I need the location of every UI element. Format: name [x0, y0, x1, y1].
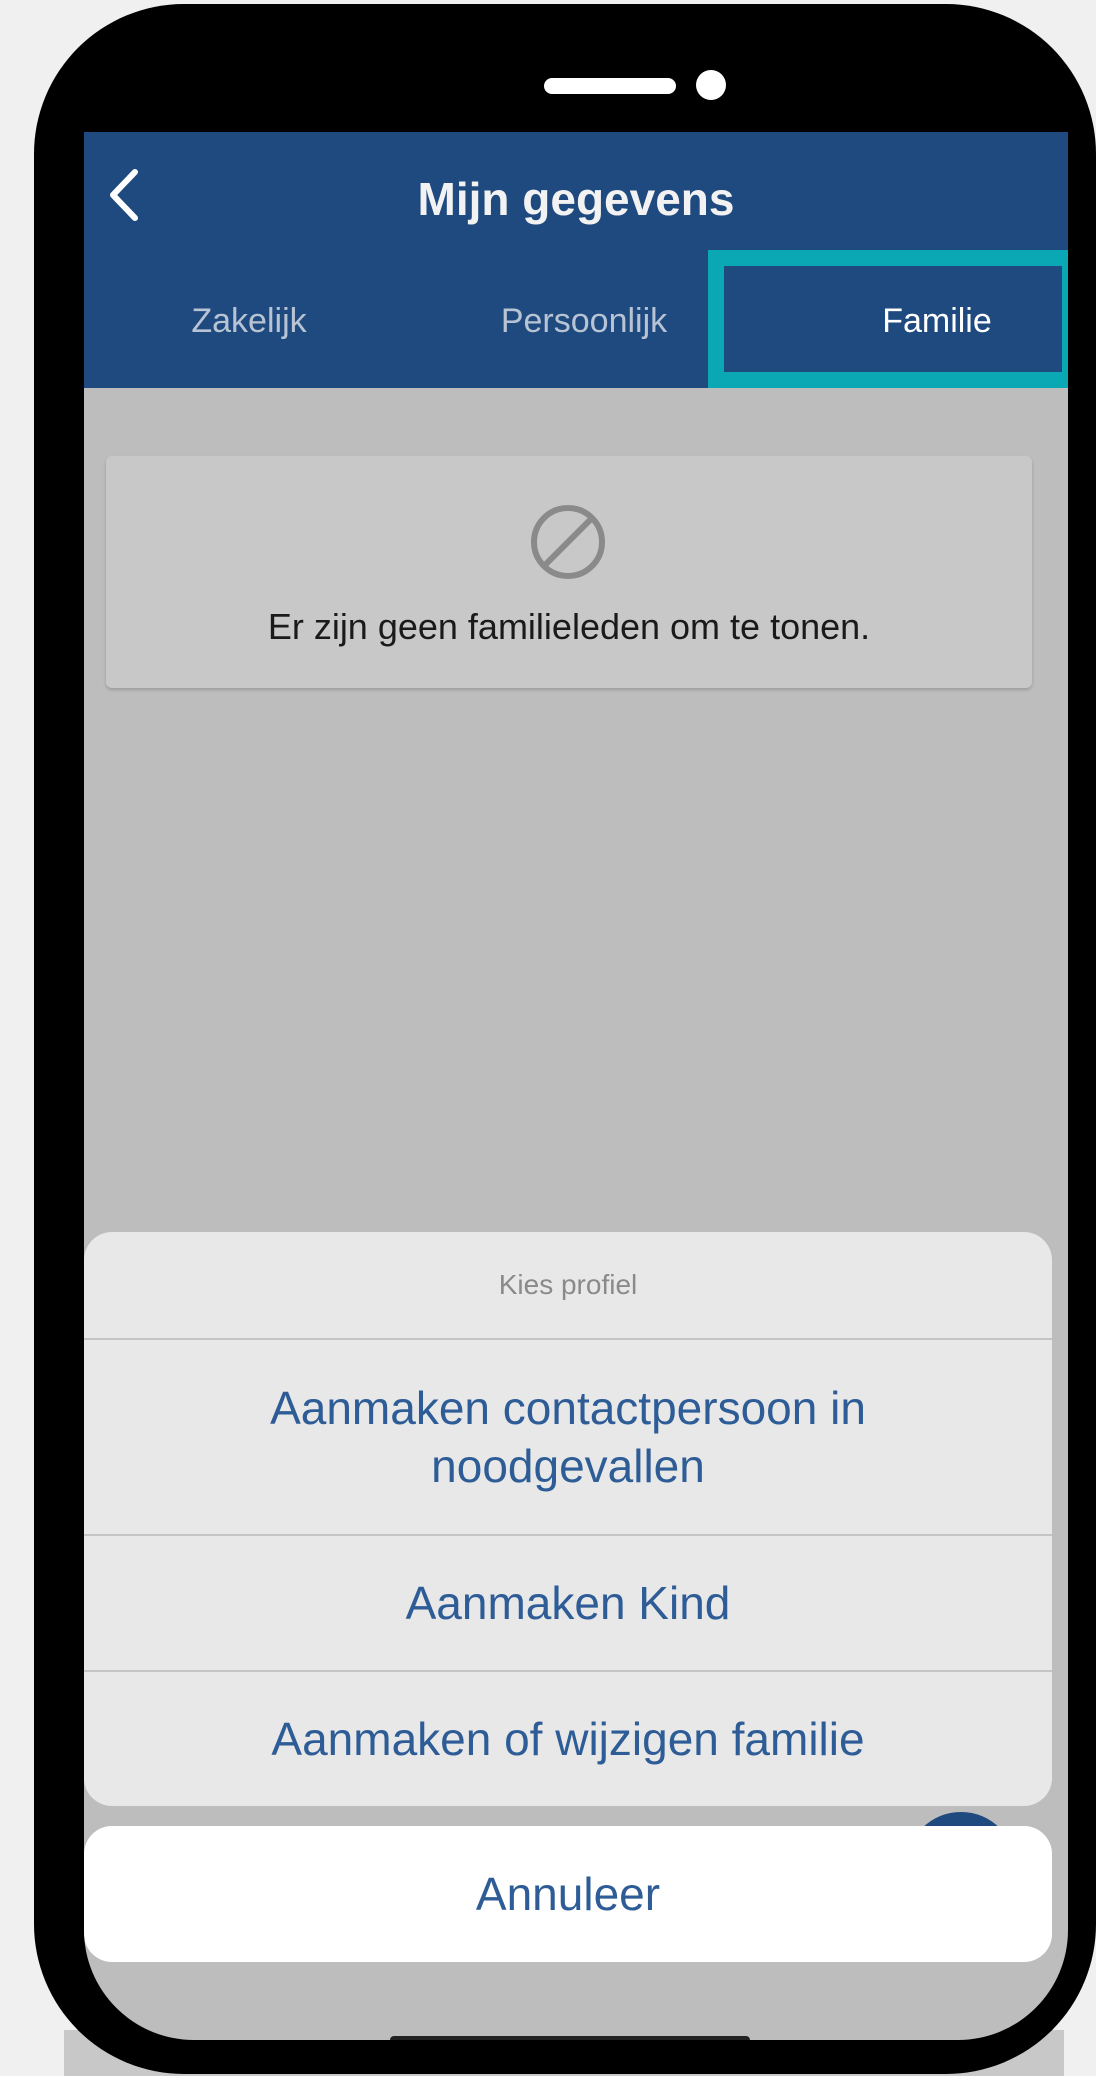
- option-create-child[interactable]: Aanmaken Kind: [84, 1534, 1052, 1670]
- speaker-grille: [544, 78, 676, 94]
- cancel-button[interactable]: Annuleer: [84, 1826, 1052, 1962]
- page-title: Mijn gegevens: [417, 173, 735, 225]
- empty-state-message: Er zijn geen familieleden om te tonen.: [267, 606, 871, 647]
- empty-state-card: Er zijn geen familieleden om te tonen.: [106, 456, 1032, 688]
- tab-highlight-frame: [708, 250, 1068, 388]
- option-emergency-contact[interactable]: Aanmaken contactpersoon in noodgevallen: [84, 1338, 1052, 1534]
- tab-persoonlijk[interactable]: Persoonlijk: [434, 302, 734, 352]
- action-sheet-title: Kies profiel: [498, 1269, 638, 1300]
- tab-zakelijk[interactable]: Zakelijk: [134, 302, 364, 352]
- option-edit-family[interactable]: Aanmaken of wijzigen familie: [84, 1670, 1052, 1806]
- home-indicator: [390, 2036, 750, 2040]
- front-camera: [696, 70, 726, 100]
- ban-icon: [531, 505, 605, 579]
- action-sheet: Kies profiel Aanmaken contactpersoon in …: [84, 1232, 1052, 1806]
- app-screen: Mijn gegevens Zakelijk Persoonlijk Famil…: [84, 132, 1068, 2040]
